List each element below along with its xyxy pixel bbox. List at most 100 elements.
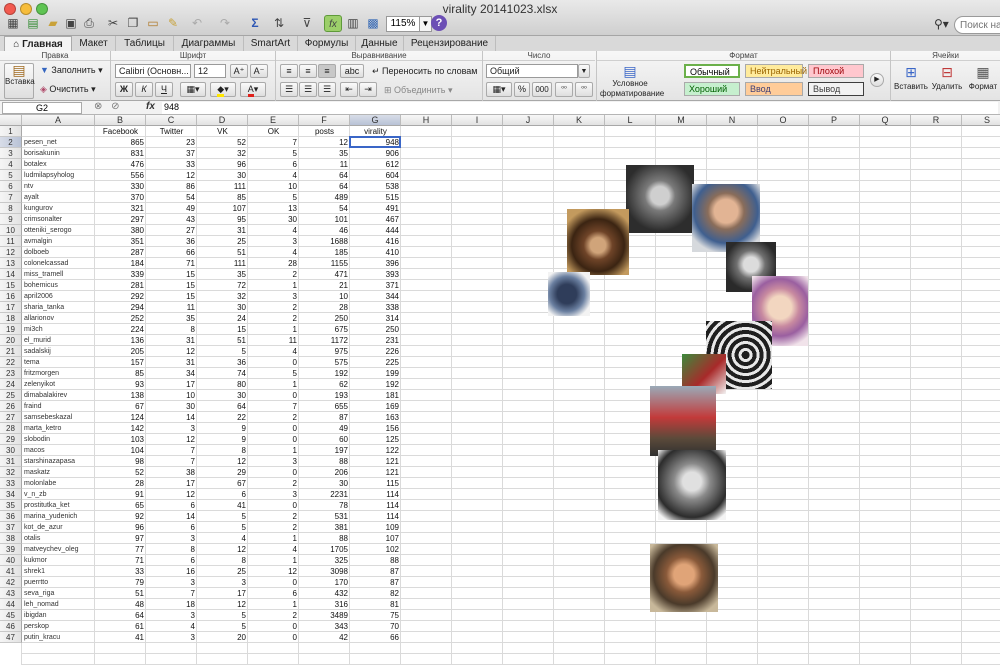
account-name-cell[interactable]: starshinazapasa	[22, 456, 95, 467]
style-bad[interactable]: Плохой	[808, 64, 864, 78]
value-cell[interactable]: 70	[350, 621, 401, 632]
value-cell[interactable]: 11	[299, 159, 350, 170]
value-cell[interactable]: 12	[299, 137, 350, 148]
row-header[interactable]: 2	[0, 137, 22, 148]
value-cell[interactable]: 538	[350, 181, 401, 192]
value-cell[interactable]: 1688	[299, 236, 350, 247]
account-name-cell[interactable]: marina_yudenich	[22, 511, 95, 522]
account-name-cell[interactable]: slobodin	[22, 434, 95, 445]
account-name-cell[interactable]: macos	[22, 445, 95, 456]
header-cell[interactable]: posts	[299, 126, 350, 137]
styles-more-button[interactable]: ▶	[870, 73, 884, 87]
value-cell[interactable]: 865	[95, 137, 146, 148]
font-color-button[interactable]: A▾	[240, 82, 266, 97]
value-cell[interactable]: 314	[350, 313, 401, 324]
value-cell[interactable]: 75	[350, 610, 401, 621]
value-cell[interactable]: 192	[299, 368, 350, 379]
value-cell[interactable]: 92	[95, 511, 146, 522]
value-cell[interactable]: 184	[95, 258, 146, 269]
value-cell[interactable]: 43	[146, 214, 197, 225]
row-header[interactable]: 45	[0, 610, 22, 621]
value-cell[interactable]: 5	[248, 368, 299, 379]
value-cell[interactable]: 95	[197, 214, 248, 225]
value-cell[interactable]: 54	[146, 192, 197, 203]
value-cell[interactable]: 5	[248, 148, 299, 159]
value-cell[interactable]: 3	[248, 236, 299, 247]
help-button[interactable]: ?	[431, 15, 447, 31]
align-left-button[interactable]: ☰	[280, 82, 298, 97]
value-cell[interactable]: 85	[95, 368, 146, 379]
account-name-cell[interactable]: otalis	[22, 533, 95, 544]
value-cell[interactable]: 675	[299, 324, 350, 335]
value-cell[interactable]: 17	[146, 478, 197, 489]
value-cell[interactable]: 109	[350, 522, 401, 533]
increase-indent-button[interactable]: ⇥	[359, 82, 377, 97]
value-cell[interactable]: 17	[197, 588, 248, 599]
bold-button[interactable]: Ж	[115, 82, 133, 97]
value-cell[interactable]: 489	[299, 192, 350, 203]
value-cell[interactable]: 64	[197, 401, 248, 412]
tv-host-photo[interactable]	[650, 386, 716, 456]
paste-icon[interactable]: ▭	[144, 15, 162, 32]
tab-smartart[interactable]: SmartArt	[244, 36, 298, 51]
value-cell[interactable]: 0	[248, 357, 299, 368]
value-cell[interactable]: 169	[350, 401, 401, 412]
value-cell[interactable]: 13	[248, 203, 299, 214]
font-size-select[interactable]: 12	[194, 64, 226, 78]
value-cell[interactable]: 2	[248, 269, 299, 280]
style-normal[interactable]: Обычный	[684, 64, 740, 78]
account-name-cell[interactable]: v_n_zb	[22, 489, 95, 500]
fill-button[interactable]: ▼ Заполнить ▾	[40, 65, 103, 76]
value-cell[interactable]: 82	[350, 588, 401, 599]
value-cell[interactable]: 7	[146, 588, 197, 599]
account-name-cell[interactable]: tema	[22, 357, 95, 368]
value-cell[interactable]: 0	[248, 577, 299, 588]
value-cell[interactable]: 15	[197, 324, 248, 335]
value-cell[interactable]: 122	[350, 445, 401, 456]
value-cell[interactable]: 2	[248, 522, 299, 533]
value-cell[interactable]: 1	[248, 599, 299, 610]
value-cell[interactable]: 1	[248, 379, 299, 390]
value-cell[interactable]: 3	[146, 610, 197, 621]
value-cell[interactable]: 325	[299, 555, 350, 566]
value-cell[interactable]: 91	[95, 489, 146, 500]
value-cell[interactable]: 224	[95, 324, 146, 335]
value-cell[interactable]: 64	[95, 610, 146, 621]
account-name-cell[interactable]: kot_de_azur	[22, 522, 95, 533]
row-header[interactable]: 35	[0, 500, 22, 511]
account-name-cell[interactable]: kukmor	[22, 555, 95, 566]
align-bottom-button[interactable]: ≡	[318, 64, 336, 78]
value-cell[interactable]: 396	[350, 258, 401, 269]
value-cell[interactable]: 107	[197, 203, 248, 214]
value-cell[interactable]: 5	[197, 610, 248, 621]
value-cell[interactable]: 380	[95, 225, 146, 236]
thousands-button[interactable]: 000	[532, 82, 552, 97]
account-name-cell[interactable]: botalex	[22, 159, 95, 170]
account-name-cell[interactable]: mi3ch	[22, 324, 95, 335]
value-cell[interactable]: 142	[95, 423, 146, 434]
account-name-cell[interactable]: fritzmorgen	[22, 368, 95, 379]
value-cell[interactable]: 5	[197, 522, 248, 533]
value-cell[interactable]: 432	[299, 588, 350, 599]
value-cell[interactable]: 4	[248, 225, 299, 236]
account-name-cell[interactable]: leh_nomad	[22, 599, 95, 610]
value-cell[interactable]: 10	[299, 291, 350, 302]
value-cell[interactable]: 3	[146, 577, 197, 588]
value-cell[interactable]: 52	[95, 467, 146, 478]
tab-tables[interactable]: Таблицы	[116, 36, 174, 51]
header-cell[interactable]: Twitter	[146, 126, 197, 137]
value-cell[interactable]: 33	[95, 566, 146, 577]
value-cell[interactable]: 102	[350, 544, 401, 555]
value-cell[interactable]: 21	[299, 280, 350, 291]
row-header[interactable]: 1	[0, 126, 22, 137]
value-cell[interactable]: 4	[248, 247, 299, 258]
value-cell[interactable]: 74	[197, 368, 248, 379]
row-header[interactable]: 39	[0, 544, 22, 555]
row-header[interactable]: 14	[0, 269, 22, 280]
value-cell[interactable]: 381	[299, 522, 350, 533]
function-icon[interactable]: fx	[324, 15, 342, 32]
value-cell[interactable]: 181	[350, 390, 401, 401]
row-header[interactable]: 28	[0, 423, 22, 434]
row-header[interactable]: 11	[0, 236, 22, 247]
value-cell[interactable]: 138	[95, 390, 146, 401]
